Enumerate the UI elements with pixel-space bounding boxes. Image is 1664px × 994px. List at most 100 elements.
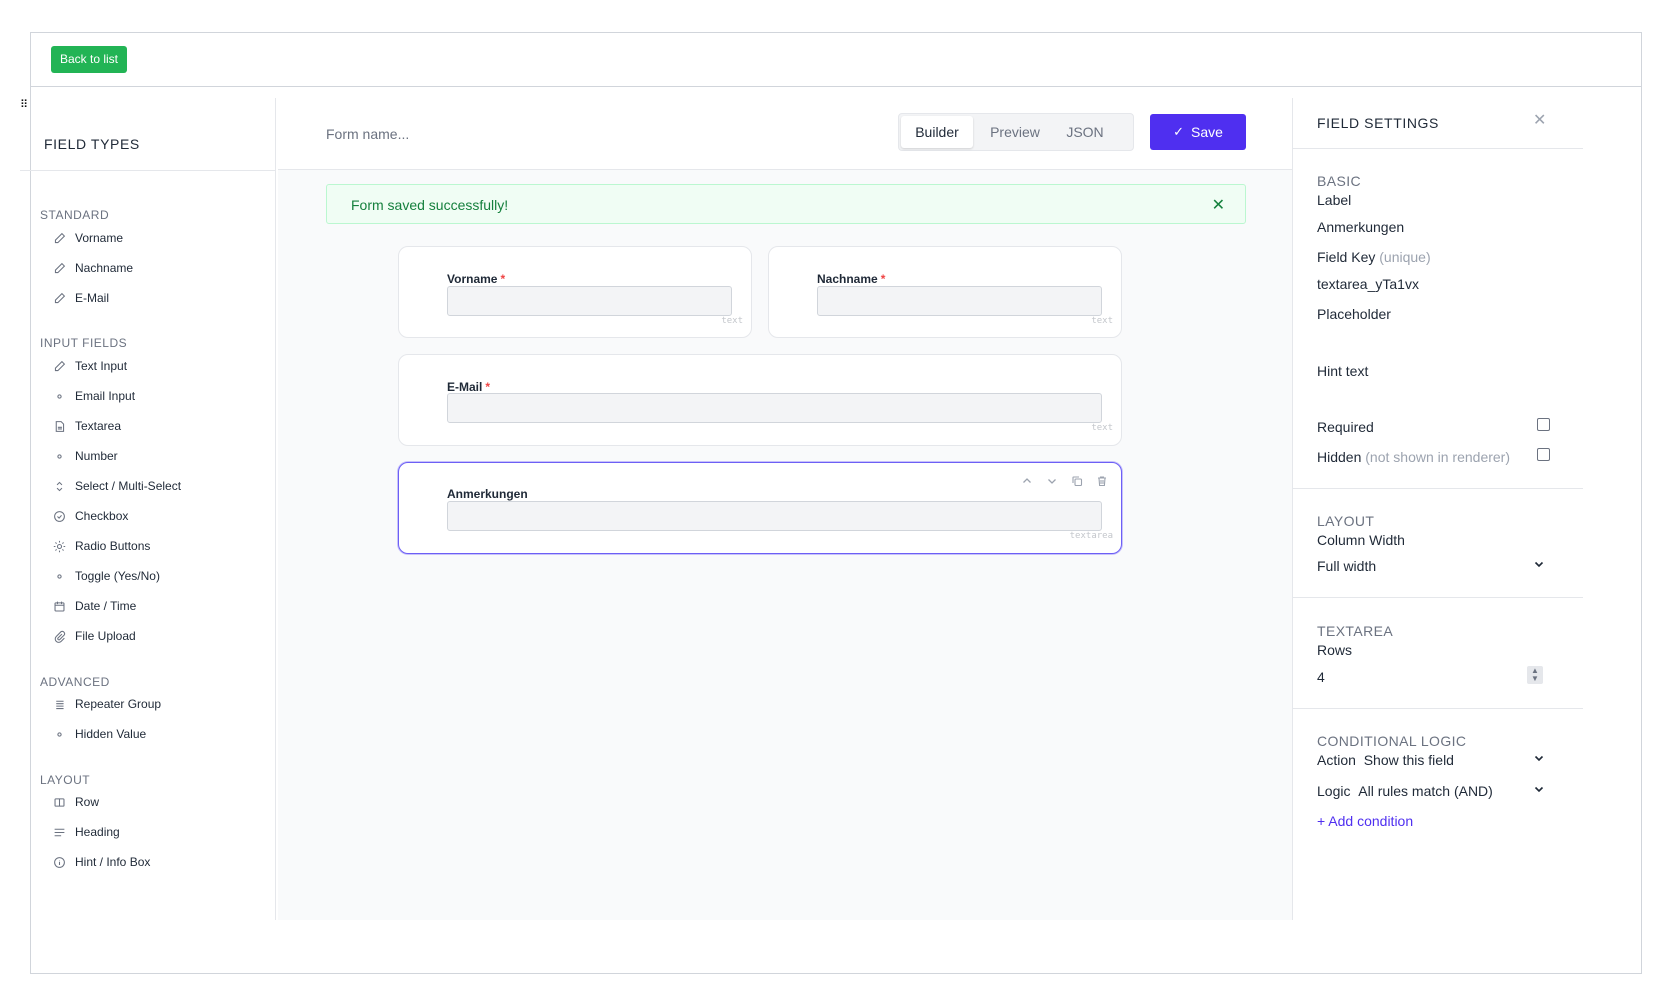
field-type-number[interactable]: Number: [52, 445, 118, 467]
column-width-label: Column Width: [1317, 532, 1405, 548]
field-type-vorname[interactable]: Vorname: [52, 227, 123, 249]
field-input-preview: [817, 286, 1102, 316]
field-type-label: Heading: [75, 825, 120, 839]
field-type-text-input[interactable]: Text Input: [52, 355, 127, 377]
field-card-toolbar: [1019, 473, 1109, 488]
required-checkbox[interactable]: [1537, 418, 1550, 431]
pencil-icon: [52, 231, 66, 245]
divider: [20, 170, 276, 171]
field-card-anmerkungen[interactable]: Anmerkungen textarea: [398, 462, 1122, 554]
field-label: Anmerkungen: [447, 487, 528, 501]
drag-grip-icon[interactable]: ⠿: [20, 98, 32, 112]
field-type-select[interactable]: Select / Multi-Select: [52, 475, 181, 497]
field-settings-title: FIELD SETTINGS: [1317, 115, 1439, 131]
list-icon: [52, 697, 66, 711]
field-type-email[interactable]: E-Mail: [52, 287, 109, 309]
field-type-label: Select / Multi-Select: [75, 479, 182, 493]
view-switcher: Builder Preview JSON: [898, 113, 1134, 151]
chevron-down-icon[interactable]: [1044, 473, 1059, 488]
chevron-down-icon[interactable]: [1533, 558, 1545, 573]
chevron-updown-icon: [52, 479, 66, 493]
save-button[interactable]: ✓ Save: [1150, 114, 1246, 150]
close-icon[interactable]: ✕: [1212, 195, 1225, 215]
field-type-textarea[interactable]: Textarea: [52, 415, 121, 437]
field-key-label: Field Key (unique): [1317, 249, 1431, 265]
required-label: Required: [1317, 419, 1374, 435]
hidden-label: Hidden (not shown in renderer): [1317, 449, 1511, 465]
save-label: Save: [1190, 124, 1223, 140]
field-type-label: Nachname: [75, 261, 134, 275]
chevron-up-icon[interactable]: [1019, 473, 1034, 488]
field-type-email-input[interactable]: Email Input: [52, 385, 135, 407]
field-card-vorname[interactable]: Vorname * text: [398, 246, 752, 338]
chevron-down-icon[interactable]: [1533, 783, 1545, 798]
dot-icon: [52, 389, 66, 403]
calendar-icon: [52, 599, 66, 613]
field-input-preview: [447, 286, 732, 316]
dot-icon: [52, 727, 66, 741]
divider: [1293, 597, 1583, 598]
section-conditional-logic: CONDITIONAL LOGIC: [1317, 733, 1467, 749]
section-basic: BASIC: [1317, 173, 1362, 189]
field-type-label: Hidden Value: [75, 727, 147, 741]
heading-icon: [52, 825, 66, 839]
divider: [1293, 488, 1583, 489]
trash-icon[interactable]: [1094, 473, 1109, 488]
field-type-label: Date / Time: [75, 599, 137, 613]
action-select[interactable]: Action Show this field: [1317, 752, 1454, 768]
back-to-list-button[interactable]: Back to list: [51, 46, 128, 73]
field-type-label: Checkbox: [75, 509, 129, 523]
rows-stepper[interactable]: ▲ ▼: [1527, 666, 1543, 684]
close-icon[interactable]: ✕: [1533, 110, 1546, 130]
field-type-label: Number: [75, 449, 118, 463]
field-type-checkbox[interactable]: Checkbox: [52, 505, 128, 527]
field-card-nachname[interactable]: Nachname * text: [768, 246, 1122, 338]
tab-builder[interactable]: Builder: [901, 116, 973, 148]
field-type-tag: textarea: [1069, 531, 1113, 541]
chevron-down-icon[interactable]: [1533, 752, 1545, 767]
field-type-date-time[interactable]: Date / Time: [52, 595, 136, 617]
paperclip-icon: [52, 629, 66, 643]
logic-select[interactable]: Logic All rules match (AND): [1317, 783, 1493, 799]
field-type-label: Textarea: [75, 419, 122, 433]
field-type-file-upload[interactable]: File Upload: [52, 625, 136, 647]
column-width-select[interactable]: Full width: [1317, 558, 1376, 574]
field-type-label: Repeater Group: [75, 697, 162, 711]
field-type-hidden-value[interactable]: Hidden Value: [52, 723, 146, 745]
field-type-repeater[interactable]: Repeater Group: [52, 693, 161, 715]
label-input[interactable]: Anmerkungen: [1317, 219, 1404, 235]
hidden-checkbox[interactable]: [1537, 448, 1550, 461]
field-card-email[interactable]: E-Mail * text: [398, 354, 1122, 446]
section-textarea: TEXTAREA: [1317, 623, 1394, 639]
check-circle-icon: [52, 509, 66, 523]
tab-preview[interactable]: Preview: [977, 116, 1053, 148]
field-type-label: Radio Buttons: [75, 539, 151, 553]
field-type-hint-box[interactable]: Hint / Info Box: [52, 851, 150, 873]
field-type-nachname[interactable]: Nachname: [52, 257, 133, 279]
top-bar: Back to list: [31, 33, 1641, 87]
field-label: E-Mail *: [447, 380, 491, 394]
field-type-toggle[interactable]: Toggle (Yes/No): [52, 565, 160, 587]
alert-text: Form saved successfully!: [351, 197, 509, 213]
field-type-tag: text: [1091, 423, 1113, 433]
divider: [1293, 148, 1583, 149]
field-type-radio[interactable]: Radio Buttons: [52, 535, 150, 557]
field-type-row[interactable]: Row: [52, 791, 99, 813]
field-type-heading[interactable]: Heading: [52, 821, 120, 843]
field-type-tag: text: [721, 316, 743, 326]
divider: [1293, 708, 1583, 709]
dot-icon: [52, 569, 66, 583]
field-type-label: Toggle (Yes/No): [75, 569, 160, 583]
pencil-icon: [52, 261, 66, 275]
tab-json[interactable]: JSON: [1055, 116, 1115, 148]
field-type-label: File Upload: [75, 629, 136, 643]
field-type-label: Vorname: [75, 231, 124, 245]
form-name-input[interactable]: [326, 122, 726, 146]
field-type-label: Hint / Info Box: [75, 855, 151, 869]
section-layout: LAYOUT: [1317, 513, 1375, 529]
field-key-input[interactable]: textarea_yTa1vx: [1317, 276, 1419, 292]
label-label: Label: [1317, 192, 1352, 208]
add-condition-link[interactable]: + Add condition: [1317, 813, 1413, 829]
rows-input[interactable]: 4: [1317, 669, 1325, 685]
copy-icon[interactable]: [1069, 473, 1084, 488]
